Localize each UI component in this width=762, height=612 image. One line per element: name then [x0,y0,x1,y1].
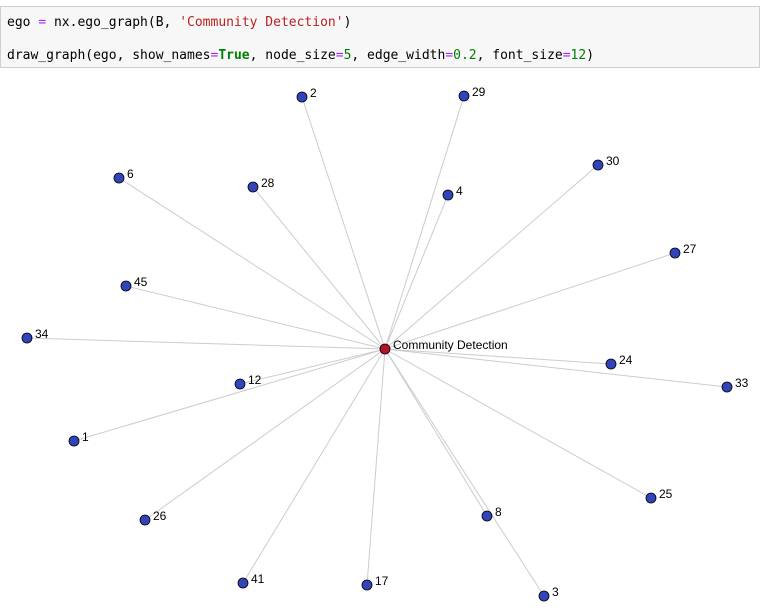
graph-node-center-label: Community Detection [393,338,508,352]
graph-node-1-marker [68,435,80,447]
graph-node-30-label: 30 [606,154,620,168]
graph-edge-12 [239,348,386,385]
code-token: , node_size [249,48,336,63]
code-line-1: ego = nx.ego_graph(B, 'Community Detecti… [7,13,753,33]
graph-node-center-marker [379,343,391,355]
graph-edge-33 [384,348,728,388]
graph-node-8-label: 8 [495,505,502,519]
network-graph: 2 29 6 28 4 30 27 45 34 24 33 12 1 25 26 8 41 17 3 Communit… [21,85,749,602]
graph-node-25-marker [645,492,657,504]
graph-node-12-label: 12 [248,373,262,387]
graph-edge-6 [118,177,386,350]
graph-node-34-label: 34 [35,327,49,341]
graph-node-4-label: 4 [456,184,463,198]
graph-edge-34 [26,337,386,350]
graph-node-29-marker [458,90,470,102]
graph-edge-25 [384,348,652,499]
code-token: 12 [570,48,587,63]
graph-edge-45 [125,285,386,350]
graph-edge-8 [384,348,488,517]
graph-node-28-label: 28 [261,176,275,190]
code-token: = [38,15,47,30]
graph-node-6-marker [113,172,125,184]
code-token: 'Community Detection' [179,15,344,30]
code-token: 0.2 [453,48,477,63]
graph-node-17-label: 17 [375,574,389,588]
graph-node-2-label: 2 [310,86,317,100]
graph-node-30-marker [592,159,604,171]
graph-node-26-marker [139,514,151,526]
graph-node-41-marker [237,577,249,589]
graph-edge-4 [384,194,449,350]
graph-node-28-marker [247,181,259,193]
code-token: ego [7,15,31,30]
graph-edge-3 [384,348,545,597]
graph-edge-28 [252,186,386,350]
graph-node-3-label: 3 [552,585,559,599]
graph-edge-1 [73,348,386,442]
graph-edge-27 [384,252,676,350]
graph-edge-17 [366,348,386,586]
graph-node-1-label: 1 [82,430,89,444]
graph-node-41-label: 41 [251,572,265,586]
code-token: , font_size [476,48,563,63]
graph-edge-30 [384,164,599,350]
code-line-2: draw_graph(ego, show_names = True, node_si… [7,46,753,66]
code-token: = [562,48,571,63]
graph-edge-41 [242,348,386,584]
graph-edge-29 [384,95,465,350]
graph-node-45-label: 45 [134,275,148,289]
code-cell[interactable]: ego = nx.ego_graph(B, 'Community Detecti… [0,6,760,68]
code-token: nx.ego_graph(B, [53,15,172,30]
code-token: , edge_width [351,48,446,63]
graph-node-12-marker [234,378,246,390]
graph-node-8-marker [481,510,493,522]
graph-node-24-marker [605,358,617,370]
code-token: ) [586,48,595,63]
code-token: = [335,48,344,63]
graph-node-27-label: 27 [683,242,697,256]
code-token: True [218,48,250,63]
graph-node-34-marker [21,332,33,344]
graph-node-4-marker [442,189,454,201]
graph-node-29-label: 29 [472,85,486,99]
graph-node-6-label: 6 [127,167,134,181]
graph-node-45-marker [120,280,132,292]
graph-node-3-marker [538,590,550,602]
graph-edge-2 [301,96,386,350]
graph-node-26-label: 26 [153,509,167,523]
graph-node-27-marker [669,247,681,259]
graph-node-24-label: 24 [619,353,633,367]
code-token: draw_graph(ego, show_names [7,48,211,63]
graph-node-33-label: 33 [735,376,749,390]
graph-node-17-marker [361,579,373,591]
code-token: = [445,48,454,63]
graph-node-2-marker [296,91,308,103]
graph-node-33-marker [721,381,733,393]
code-token: ) [343,15,352,30]
graph-node-25-label: 25 [659,487,673,501]
graph-edge-26 [144,348,386,521]
